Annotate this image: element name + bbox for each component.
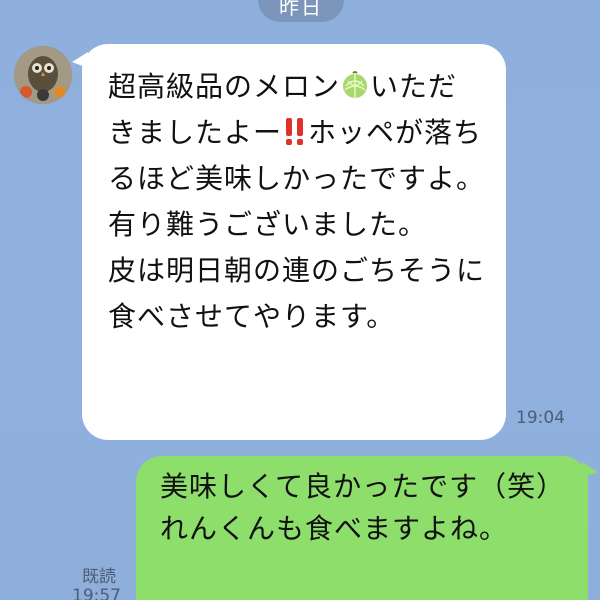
outgoing-message-bubble[interactable]: 美味しくて良かったです（笑） れんくんも食べますよね。: [136, 456, 598, 600]
read-receipt: 既読: [82, 567, 116, 587]
incoming-timestamp: 19:04: [516, 408, 565, 428]
date-separator: 昨日: [258, 0, 344, 22]
incoming-message-bubble[interactable]: 超高級品のメロン いただきましたよー ホッペが落ちるほど美味しかったですよ。有り難う…: [72, 44, 506, 440]
double-exclamation-icon: [286, 118, 304, 145]
melon-icon: [343, 71, 368, 98]
outgoing-timestamp: 19:57: [72, 586, 121, 600]
message-text-part1: 超高級品のメロン: [108, 70, 341, 103]
avatar[interactable]: [14, 46, 72, 104]
owl-figure-icon: [14, 46, 72, 104]
outgoing-message-text: 美味しくて良かったです（笑） れんくんも食べますよね。: [160, 470, 566, 545]
incoming-message-text: 超高級品のメロン いただきましたよー ホッペが落ちるほど美味しかったですよ。有り難う…: [108, 64, 486, 340]
